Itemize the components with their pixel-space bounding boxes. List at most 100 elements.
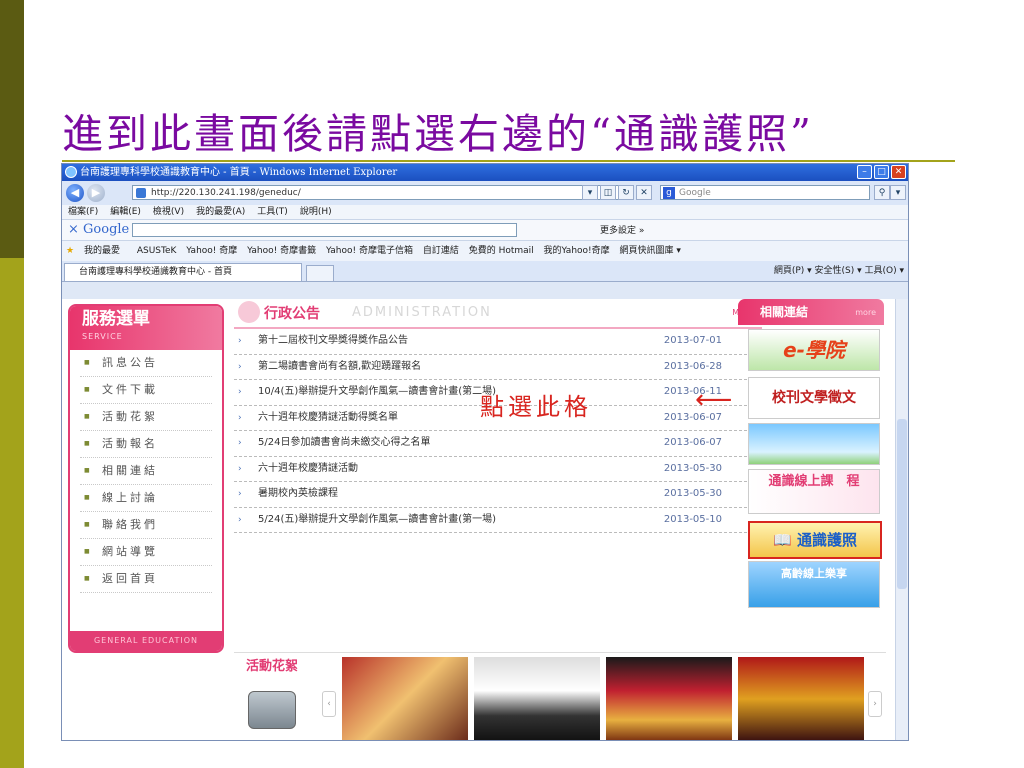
service-item-downloads[interactable]: 文件下載 [80, 377, 212, 404]
stop-button[interactable]: ✕ [636, 185, 652, 200]
gallery-photo[interactable] [342, 657, 468, 740]
service-menu-list: 訊息公告 文件下載 活動花絮 活動報名 相關連結 線上討論 聯絡我們 網站導覽 … [70, 350, 222, 593]
chevron-right-icon: › [238, 412, 242, 423]
favorites-button[interactable]: ★ 我的最愛 [66, 246, 127, 256]
news-row-text[interactable]: 5/24日參加讀書會尚未繳交心得之名單 [258, 431, 430, 455]
search-button[interactable]: ⚲ [874, 185, 890, 200]
vertical-scrollbar[interactable] [895, 299, 908, 740]
search-options-button[interactable]: ▾ [890, 185, 906, 200]
ie-icon [65, 166, 77, 178]
elearning-banner[interactable]: e-學院 [748, 329, 880, 371]
service-item-home[interactable]: 返回首頁 [80, 566, 212, 593]
news-row[interactable]: › 第十二屆校刊文學獎得獎作品公告 2013-07-01 [234, 329, 762, 355]
news-row-text[interactable]: 六十週年校慶猜謎活動得獎名單 [258, 406, 398, 430]
news-row-date: 2013-05-30 [663, 462, 722, 474]
online-course-banner[interactable]: 通識線上課 程 [748, 469, 880, 514]
news-row[interactable]: › 第二場讀書會尚有名額,歡迎踴躍報名 2013-06-28 [234, 355, 762, 380]
service-menu-title: 服務選單 [82, 309, 150, 329]
menu-favorites[interactable]: 我的最愛(A) [196, 205, 245, 219]
minimize-button[interactable]: – [857, 165, 872, 179]
menu-edit[interactable]: 編輯(E) [110, 205, 141, 219]
news-row[interactable]: › 六十週年校慶猜謎活動 2013-05-30 [234, 457, 762, 482]
senior-learning-banner[interactable]: 高齡線上樂享 [748, 561, 880, 608]
favorite-web-slice-gallery[interactable]: 網頁快訊圖庫 ▾ [620, 246, 681, 256]
menu-file[interactable]: 檔案(F) [68, 205, 98, 219]
command-bar[interactable]: 網頁(P) ▾ 安全性(S) ▾ 工具(O) ▾ [774, 264, 904, 278]
forward-button[interactable]: ▶ [87, 184, 105, 202]
compat-view-icon[interactable]: ◫ [600, 185, 616, 200]
slide-title-rule [62, 160, 955, 162]
maximize-button[interactable]: □ [874, 165, 889, 179]
news-row[interactable]: › 暑期校內英檢課程 2013-05-30 [234, 482, 762, 508]
favorite-hotmail[interactable]: 免費的 Hotmail [469, 246, 534, 256]
slide-accent-bar-dark [0, 0, 24, 258]
address-bar-row: ◀ ▶ http://220.130.241.198/geneduc/ ▾ ◫ … [62, 181, 908, 205]
related-links-more[interactable]: more [855, 300, 876, 326]
search-input[interactable]: g Google [660, 185, 870, 200]
gallery-photo[interactable] [738, 657, 864, 740]
menu-view[interactable]: 檢視(V) [153, 205, 184, 219]
news-row-text[interactable]: 10/4(五)舉辦提升文學創作風氣—讀書會計畫(第二場) [258, 380, 496, 404]
close-button[interactable]: ✕ [891, 165, 906, 179]
news-row-text[interactable]: 六十週年校慶猜謎活動 [258, 457, 358, 481]
new-tab-button[interactable] [306, 265, 334, 282]
google-more-settings[interactable]: 更多設定 » [600, 223, 644, 236]
favorite-asustek[interactable]: ASUSTeK [137, 246, 177, 256]
gallery-photo[interactable] [474, 657, 600, 740]
window-titlebar: 台南護理專科學校通識教育中心 - 首頁 - Windows Internet E… [62, 164, 908, 181]
service-menu-footer: GENERAL EDUCATION [70, 631, 222, 651]
address-input[interactable]: http://220.130.241.198/geneduc/ [132, 185, 622, 200]
related-links-panel: 相關連結 more e-學院 校刊文學徵文 通識線上課 程 📖 通識護照 高齡線… [738, 299, 884, 644]
service-item-related-links[interactable]: 相關連結 [80, 458, 212, 485]
page-icon [136, 188, 146, 198]
passport-label: 通識護照 [796, 531, 857, 549]
browser-window: 台南護理專科學校通識教育中心 - 首頁 - Windows Internet E… [61, 163, 909, 741]
chevron-right-icon: › [238, 514, 242, 525]
gallery-next-button[interactable]: › [868, 691, 882, 717]
scrollbar-thumb[interactable] [897, 419, 907, 589]
favorite-yahoo-mail[interactable]: Yahoo! 奇摩電子信箱 [326, 246, 413, 256]
news-row-text[interactable]: 暑期校內英檢課程 [258, 482, 338, 506]
google-toolbar-logo: × Google [68, 222, 130, 237]
service-item-contact[interactable]: 聯絡我們 [80, 512, 212, 539]
news-subtitle: ADMINISTRATION [352, 305, 492, 320]
campus-illustration-banner[interactable] [748, 423, 880, 465]
slide-accent-bar-light [0, 258, 24, 768]
news-row-date: 2013-05-30 [663, 488, 722, 499]
news-row[interactable]: › 5/24(五)舉辦提升文學創作風氣—讀書會計畫(第一場) 2013-05-10 [234, 508, 762, 533]
back-button[interactable]: ◀ [66, 184, 84, 202]
google-toolbar-input[interactable] [132, 223, 517, 237]
service-menu-subtitle: SERVICE [82, 332, 123, 341]
favorite-yahoo-bookmarks[interactable]: Yahoo! 奇摩書籤 [247, 246, 316, 256]
journal-essay-banner[interactable]: 校刊文學徵文 [748, 377, 880, 419]
chevron-right-icon: › [238, 438, 242, 448]
news-row[interactable]: › 5/24日參加讀書會尚未繳交心得之名單 2013-06-07 [234, 431, 762, 457]
news-row-text[interactable]: 第二場讀書會尚有名額,歡迎踴躍報名 [258, 355, 421, 379]
arrow-left-icon: ⟵ [695, 385, 733, 415]
book-icon: 📖 [773, 531, 797, 549]
service-item-announcements[interactable]: 訊息公告 [80, 350, 212, 377]
menu-help[interactable]: 說明(H) [300, 205, 332, 219]
tab-current[interactable]: 台南護理專科學校通識教育中心 - 首頁 [64, 263, 302, 281]
favorite-my-yahoo[interactable]: 我的Yahoo!奇摩 [544, 246, 610, 256]
favorite-yahoo[interactable]: Yahoo! 奇摩 [186, 246, 237, 256]
service-item-online-discussion[interactable]: 線上討論 [80, 485, 212, 512]
news-row-date: 2013-05-10 [663, 513, 722, 525]
gallery-photo[interactable] [606, 657, 732, 740]
gallery-prev-button[interactable]: ‹ [322, 691, 336, 717]
service-item-registration[interactable]: 活動報名 [80, 431, 212, 458]
refresh-button[interactable]: ↻ [618, 185, 634, 200]
favorite-custom-links[interactable]: 自訂連結 [423, 246, 459, 256]
menu-tools[interactable]: 工具(T) [257, 205, 288, 219]
search-placeholder: Google [679, 188, 711, 198]
news-row-text[interactable]: 第十二屆校刊文學獎得獎作品公告 [258, 329, 408, 353]
general-education-passport-banner[interactable]: 📖 通識護照 [748, 521, 882, 559]
window-title: 台南護理專科學校通識教育中心 - 首頁 - Windows Internet E… [80, 167, 398, 178]
news-row-text[interactable]: 5/24(五)舉辦提升文學創作風氣—讀書會計畫(第一場) [258, 508, 496, 532]
instruction-callout: 點選此格 [480, 393, 592, 421]
chevron-right-icon: › [238, 361, 242, 372]
address-dropdown-button[interactable]: ▾ [582, 185, 598, 200]
news-header: 行政公告 ADMINISTRATION MORE [234, 299, 762, 329]
service-item-activity-photos[interactable]: 活動花絮 [80, 404, 212, 431]
service-item-sitemap[interactable]: 網站導覽 [80, 539, 212, 566]
